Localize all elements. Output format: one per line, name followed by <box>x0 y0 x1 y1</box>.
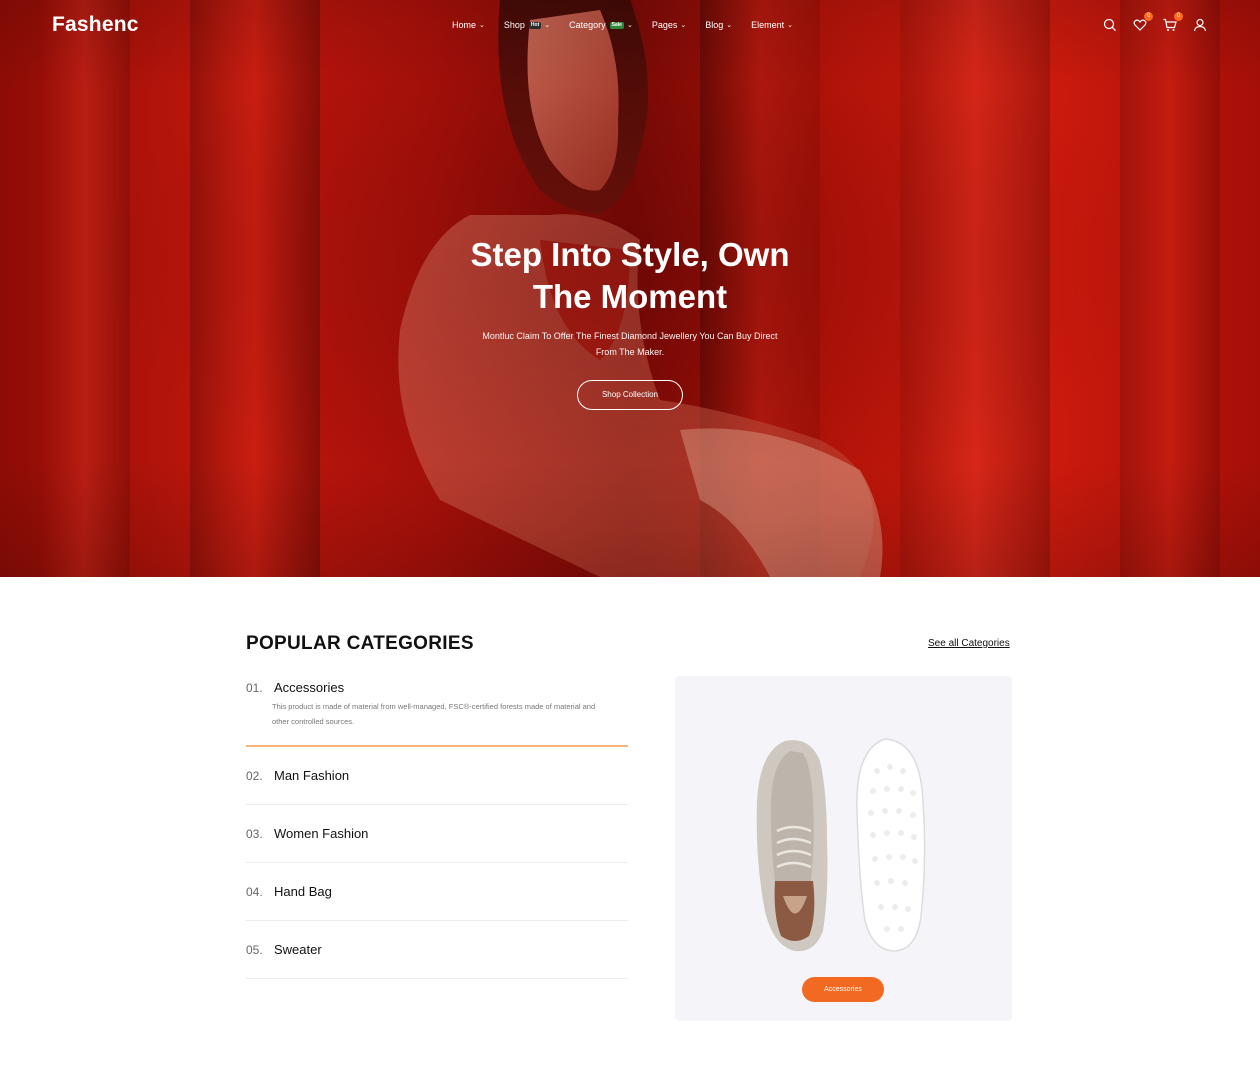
sale-badge: Sale <box>609 21 624 29</box>
chevron-down-icon: ⌄ <box>726 22 733 29</box>
category-description: This product is made of material from we… <box>272 702 596 726</box>
chevron-down-icon: ⌄ <box>787 22 794 29</box>
cart-icon[interactable]: 0 <box>1162 12 1183 33</box>
nav-blog[interactable]: Blog ⌄ <box>705 20 732 30</box>
popular-categories-section: POPULAR CATEGORIES See all Categories 01… <box>0 577 1260 1065</box>
hero-banner: Fashenc Home ⌄ Shop Hot ⌄ Category Sale … <box>0 0 1260 577</box>
sneaker-product-image <box>756 738 926 952</box>
chevron-down-icon: ⌄ <box>479 22 485 29</box>
chevron-down-icon: ⌄ <box>626 22 633 29</box>
nav-pages-label: Pages <box>651 20 678 30</box>
chevron-down-icon: ⌄ <box>544 22 551 29</box>
category-item-women-fashion[interactable]: 03. Women Fashion <box>246 805 628 863</box>
category-number: 03. <box>246 826 263 841</box>
category-promo-card: Accessories <box>675 676 1012 1021</box>
category-list: 01. Accessories This product is made of … <box>246 673 628 979</box>
category-name: Hand Bag <box>274 884 332 899</box>
category-name: Accessories <box>274 680 345 695</box>
category-item-sweater[interactable]: 05. Sweater <box>246 921 628 979</box>
accessories-button[interactable]: Accessories <box>802 977 884 1002</box>
search-icon[interactable] <box>1102 17 1118 33</box>
category-name: Sweater <box>274 942 322 957</box>
nav-shop[interactable]: Shop Hot ⌄ <box>504 20 550 30</box>
main-nav: Home ⌄ Shop Hot ⌄ Category Sale ⌄ Pages … <box>452 20 812 30</box>
category-number: 02. <box>246 768 263 783</box>
nav-element[interactable]: Element ⌄ <box>751 20 793 30</box>
hero-subtitle: Montluc Claim To Offer The Finest Diamon… <box>482 331 778 357</box>
category-number: 05. <box>246 942 263 957</box>
category-name: Man Fashion <box>274 768 350 783</box>
nav-home-label: Home <box>452 20 477 30</box>
section-title: POPULAR CATEGORIES <box>246 633 474 654</box>
category-item-accessories[interactable]: 01. Accessories This product is made of … <box>246 673 628 747</box>
cart-count-badge: 0 <box>1174 12 1183 21</box>
see-all-categories-link[interactable]: See all Categories <box>928 638 1010 649</box>
category-name: Women Fashion <box>274 826 369 841</box>
nav-element-label: Element <box>751 20 785 30</box>
user-icon[interactable] <box>1192 17 1208 33</box>
top-navigation-bar: Fashenc Home ⌄ Shop Hot ⌄ Category Sale … <box>0 0 1260 52</box>
category-item-hand-bag[interactable]: 04. Hand Bag <box>246 863 628 921</box>
nav-pages[interactable]: Pages ⌄ <box>652 20 686 30</box>
nav-shop-label: Shop <box>503 20 525 30</box>
chevron-down-icon: ⌄ <box>680 22 687 29</box>
category-number: 01. <box>246 681 263 695</box>
hero-title: Step Into Style, Own The Moment <box>470 236 790 315</box>
category-item-man-fashion[interactable]: 02. Man Fashion <box>246 747 628 805</box>
nav-home[interactable]: Home ⌄ <box>452 20 485 30</box>
header-icons: 0 0 <box>1102 12 1208 33</box>
category-number: 04. <box>246 884 263 899</box>
hot-badge: Hot <box>528 21 542 29</box>
nav-category[interactable]: Category Sale ⌄ <box>569 20 633 30</box>
logo[interactable]: Fashenc <box>52 13 139 37</box>
nav-category-label: Category <box>569 20 606 30</box>
nav-blog-label: Blog <box>705 20 724 30</box>
heart-icon[interactable]: 0 <box>1132 12 1153 33</box>
hero-copy: Step Into Style, Own The Moment Montluc … <box>0 234 1260 410</box>
wishlist-count-badge: 0 <box>1144 12 1153 21</box>
shop-collection-button[interactable]: Shop Collection <box>577 380 683 410</box>
